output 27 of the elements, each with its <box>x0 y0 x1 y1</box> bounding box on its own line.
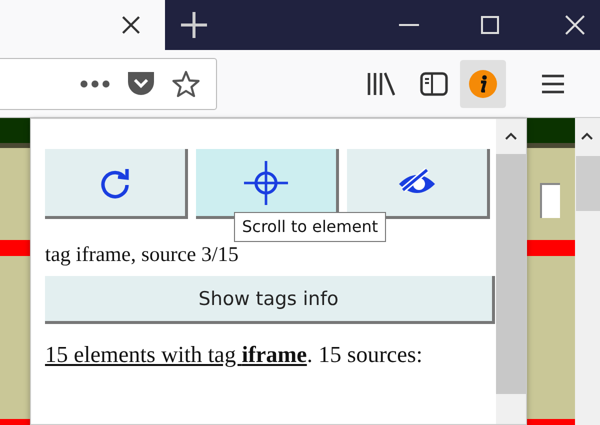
more-icon[interactable] <box>80 80 110 88</box>
sidebar-icon[interactable] <box>420 72 448 96</box>
tooltip: Scroll to element <box>234 212 386 242</box>
close-window-icon[interactable] <box>565 15 585 35</box>
maximize-icon[interactable] <box>481 16 499 34</box>
scroll-up-icon[interactable] <box>581 132 593 140</box>
status-text: tag iframe, source 3/15 <box>45 241 240 268</box>
summary-text: 15 elements with tag iframe. 15 sources: <box>45 341 424 370</box>
new-tab-icon[interactable] <box>181 12 207 38</box>
scroll-up-icon[interactable] <box>505 132 517 140</box>
info-icon <box>469 70 497 98</box>
close-tab-icon[interactable] <box>121 15 141 35</box>
scrollbar-thumb[interactable] <box>576 156 600 211</box>
library-icon[interactable] <box>367 70 395 96</box>
menu-icon[interactable] <box>542 74 564 94</box>
extension-button[interactable] <box>460 60 506 108</box>
text-input[interactable] <box>540 183 560 218</box>
refresh-button[interactable] <box>45 149 188 219</box>
show-tags-button[interactable]: Show tags info <box>45 276 495 324</box>
elements-link[interactable]: 15 elements with tag iframe <box>45 342 307 368</box>
crosshair-icon <box>244 160 288 204</box>
pocket-icon[interactable] <box>126 70 156 98</box>
star-icon[interactable] <box>172 70 200 98</box>
minimize-icon[interactable] <box>399 23 419 27</box>
scrollbar-thumb[interactable] <box>496 154 526 394</box>
locate-button[interactable] <box>196 149 339 219</box>
hide-button[interactable] <box>347 149 490 219</box>
